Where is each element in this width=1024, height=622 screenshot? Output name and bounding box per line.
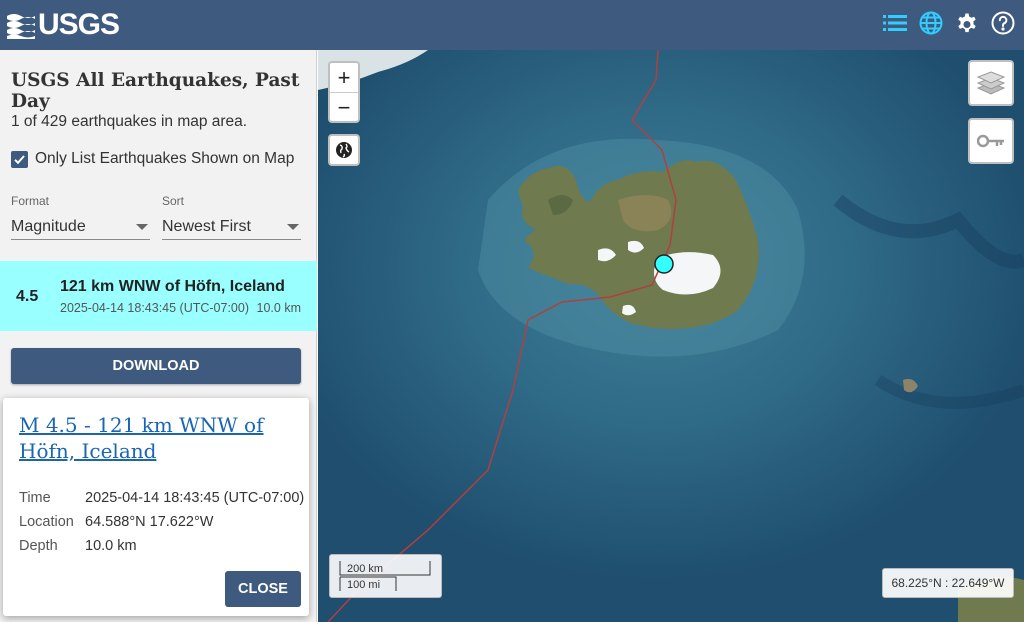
zoom-control: + −	[328, 61, 360, 123]
world-view-button[interactable]	[328, 134, 360, 166]
gear-icon[interactable]	[954, 10, 980, 36]
format-value: Magnitude	[11, 217, 86, 235]
popup-time-value: 2025-04-14 18:43:45 (UTC-07:00)	[85, 490, 305, 506]
format-label: Format	[11, 194, 50, 208]
download-button[interactable]: DOWNLOAD	[11, 348, 301, 384]
scale-mi-label: 100 mi	[347, 579, 381, 591]
earthquake-marker[interactable]	[654, 254, 674, 274]
earthquake-count: 1 of 429 earthquakes in map area.	[11, 113, 248, 130]
legend-button[interactable]	[968, 118, 1014, 164]
feed-title: USGS All Earthquakes, Past Day	[11, 70, 300, 112]
sort-select[interactable]: Sort Newest First	[162, 194, 301, 240]
header-bar: USGS	[0, 0, 1024, 50]
earthquake-place: 121 km WNW of Höfn, Iceland	[60, 278, 285, 295]
map-view[interactable]: + − 200 km 100 mi 68.225°N : 22.649°W	[318, 50, 1024, 622]
popup-location-label: Location	[19, 514, 74, 530]
list-icon[interactable]	[882, 10, 908, 36]
dropdown-arrow-icon	[136, 223, 148, 230]
only-list-label: Only List Earthquakes Shown on Map	[35, 150, 295, 167]
popup-location-value: 64.588°N 17.622°W	[85, 514, 214, 530]
sort-dropdown[interactable]: Newest First	[162, 214, 301, 240]
checkbox-checked-icon[interactable]	[11, 150, 28, 168]
layers-button[interactable]	[968, 60, 1014, 106]
globe-icon	[336, 142, 352, 158]
logo-text: USGS	[38, 8, 120, 41]
popup-time-label: Time	[19, 490, 51, 506]
format-dropdown[interactable]: Magnitude	[11, 214, 150, 240]
help-icon[interactable]	[990, 10, 1016, 36]
format-select[interactable]: Format Magnitude	[11, 194, 150, 240]
popup-depth-label: Depth	[19, 538, 58, 554]
popup-title-link[interactable]: M 4.5 - 121 km WNW of Höfn, Iceland	[19, 412, 289, 464]
earthquake-time: 2025-04-14 18:43:45 (UTC-07:00)	[60, 301, 250, 315]
close-button[interactable]: CLOSE	[225, 571, 301, 607]
map-terrain	[318, 50, 1024, 622]
earthquake-popup: M 4.5 - 121 km WNW of Höfn, Iceland Time…	[3, 398, 309, 616]
key-icon	[977, 134, 1004, 148]
scale-bar: 200 km 100 mi	[329, 554, 442, 598]
popup-location-row: Location 64.588°N 17.622°W	[19, 514, 309, 530]
cursor-coordinates: 68.225°N : 22.649°W	[882, 568, 1014, 598]
sort-value: Newest First	[162, 217, 251, 235]
earthquake-list-item[interactable]: 4.5 121 km WNW of Höfn, Iceland 2025-04-…	[0, 261, 317, 331]
usgs-waves-icon	[7, 14, 35, 39]
layers-icon	[977, 71, 1005, 95]
dropdown-arrow-icon	[287, 223, 299, 230]
zoom-out-button[interactable]: −	[330, 93, 358, 122]
popup-time-row: Time 2025-04-14 18:43:45 (UTC-07:00)	[19, 490, 309, 506]
globe-icon[interactable]	[918, 10, 944, 36]
usgs-logo[interactable]: USGS	[6, 7, 120, 43]
zoom-in-button[interactable]: +	[330, 63, 358, 92]
earthquake-magnitude: 4.5	[16, 288, 39, 305]
popup-depth-row: Depth 10.0 km	[19, 538, 309, 554]
popup-depth-value: 10.0 km	[85, 538, 137, 554]
sort-label: Sort	[162, 194, 185, 208]
only-list-shown-checkbox[interactable]: Only List Earthquakes Shown on Map	[11, 150, 294, 168]
scale-km-label: 200 km	[347, 563, 384, 575]
earthquake-depth: 10.0 km	[256, 301, 301, 315]
